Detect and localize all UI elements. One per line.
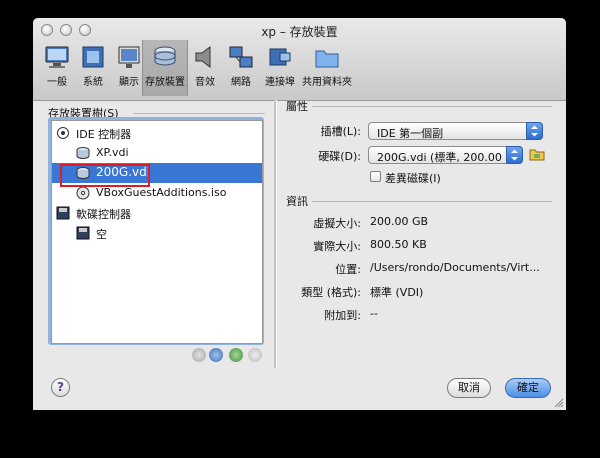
port-icon bbox=[269, 48, 291, 66]
display-icon bbox=[118, 46, 140, 68]
add-hard-disk-icon[interactable] bbox=[209, 348, 223, 362]
tree-item-label: IDE 控制器 bbox=[76, 128, 132, 141]
resize-grip-icon[interactable] bbox=[552, 396, 564, 408]
storage-tree-title-rule bbox=[133, 113, 265, 114]
network-icon bbox=[229, 46, 253, 68]
virtual-size-label: 虛擬大小: bbox=[313, 217, 361, 230]
tree-item-empty-floppy[interactable]: 空 bbox=[52, 223, 262, 243]
info-section-title: 資訊 bbox=[286, 195, 308, 208]
attached-to-label: 附加到: bbox=[324, 309, 361, 322]
folder-icon bbox=[315, 50, 339, 68]
window-title: xp – 存放裝置 bbox=[261, 25, 338, 39]
location-value: /Users/rondo/Documents/Virt... bbox=[370, 261, 540, 274]
type-format-label: 類型 (格式): bbox=[301, 286, 361, 299]
disk-select-value: 200G.vdi (標準, 200.00 bbox=[377, 151, 502, 164]
toolbar-shared-folders-label: 共用資料夾 bbox=[302, 77, 352, 88]
differencing-disk-label: 差異磁碟(I) bbox=[385, 172, 441, 185]
location-label: 位置: bbox=[335, 263, 361, 276]
differencing-disk-checkbox[interactable] bbox=[370, 171, 381, 182]
updown-arrows-icon bbox=[506, 146, 523, 164]
highlight-annotation-box bbox=[60, 164, 150, 187]
tree-item-floppy-controller[interactable]: 軟碟控制器 bbox=[52, 203, 262, 223]
virtual-size-value: 200.00 GB bbox=[370, 215, 429, 228]
monitor-icon bbox=[45, 46, 69, 68]
tree-item-label: 軟碟控制器 bbox=[76, 208, 131, 221]
choose-disk-folder-icon[interactable] bbox=[529, 146, 545, 162]
hard-disk-icon bbox=[76, 147, 90, 159]
pane-separator bbox=[274, 100, 277, 368]
tree-item-ide-controller[interactable]: IDE 控制器 bbox=[52, 123, 262, 143]
disk-label: 硬碟(D): bbox=[318, 150, 361, 163]
attached-to-value: -- bbox=[370, 307, 378, 320]
actual-size-value: 800.50 KB bbox=[370, 238, 427, 251]
tree-item-xp-vdi[interactable]: XP.vdi bbox=[52, 143, 262, 163]
actual-size-label: 實際大小: bbox=[313, 240, 361, 253]
tree-item-label: XP.vdi bbox=[96, 146, 129, 159]
speaker-icon bbox=[195, 46, 211, 68]
tree-item-label: VBoxGuestAdditions.iso bbox=[96, 186, 227, 199]
ide-controller-icon bbox=[57, 127, 69, 139]
slot-select[interactable]: IDE 第一個副 bbox=[368, 122, 543, 140]
attributes-section-title: 屬性 bbox=[286, 100, 308, 113]
disk-select[interactable]: 200G.vdi (標準, 200.00 bbox=[368, 146, 523, 164]
storage-settings-window: xp – 存放裝置 一般 系統 顯示 存放裝置 音效 網路 連接埠 共用資料夾 … bbox=[33, 18, 566, 410]
storage-disks-icon bbox=[154, 46, 176, 66]
floppy-icon bbox=[76, 226, 90, 240]
slot-select-value: IDE 第一個副 bbox=[377, 127, 444, 140]
storage-tree[interactable]: IDE 控制器 XP.vdi 200G.vdi VBoxGuestAdditio… bbox=[51, 120, 263, 344]
toolbar-shared-folders[interactable]: 共用資料夾 bbox=[302, 40, 352, 96]
add-cd-attachment-icon[interactable] bbox=[192, 348, 206, 362]
info-rule bbox=[312, 201, 552, 202]
updown-arrows-icon bbox=[526, 122, 543, 140]
floppy-controller-icon bbox=[56, 206, 70, 220]
tree-item-label: 空 bbox=[96, 228, 107, 241]
attributes-rule bbox=[312, 106, 552, 107]
ok-button[interactable]: 確定 bbox=[505, 378, 551, 398]
help-button[interactable]: ? bbox=[51, 378, 70, 397]
slot-label: 插槽(L): bbox=[320, 125, 361, 138]
cancel-button[interactable]: 取消 bbox=[447, 378, 491, 398]
type-format-value: 標準 (VDI) bbox=[370, 286, 424, 299]
optical-disc-icon bbox=[76, 186, 90, 200]
remove-attachment-icon[interactable] bbox=[248, 348, 262, 362]
title-toolbar: xp – 存放裝置 一般 系統 顯示 存放裝置 音效 網路 連接埠 共用資料夾 bbox=[33, 18, 566, 101]
chip-icon bbox=[82, 46, 104, 68]
add-controller-icon[interactable] bbox=[229, 348, 243, 362]
